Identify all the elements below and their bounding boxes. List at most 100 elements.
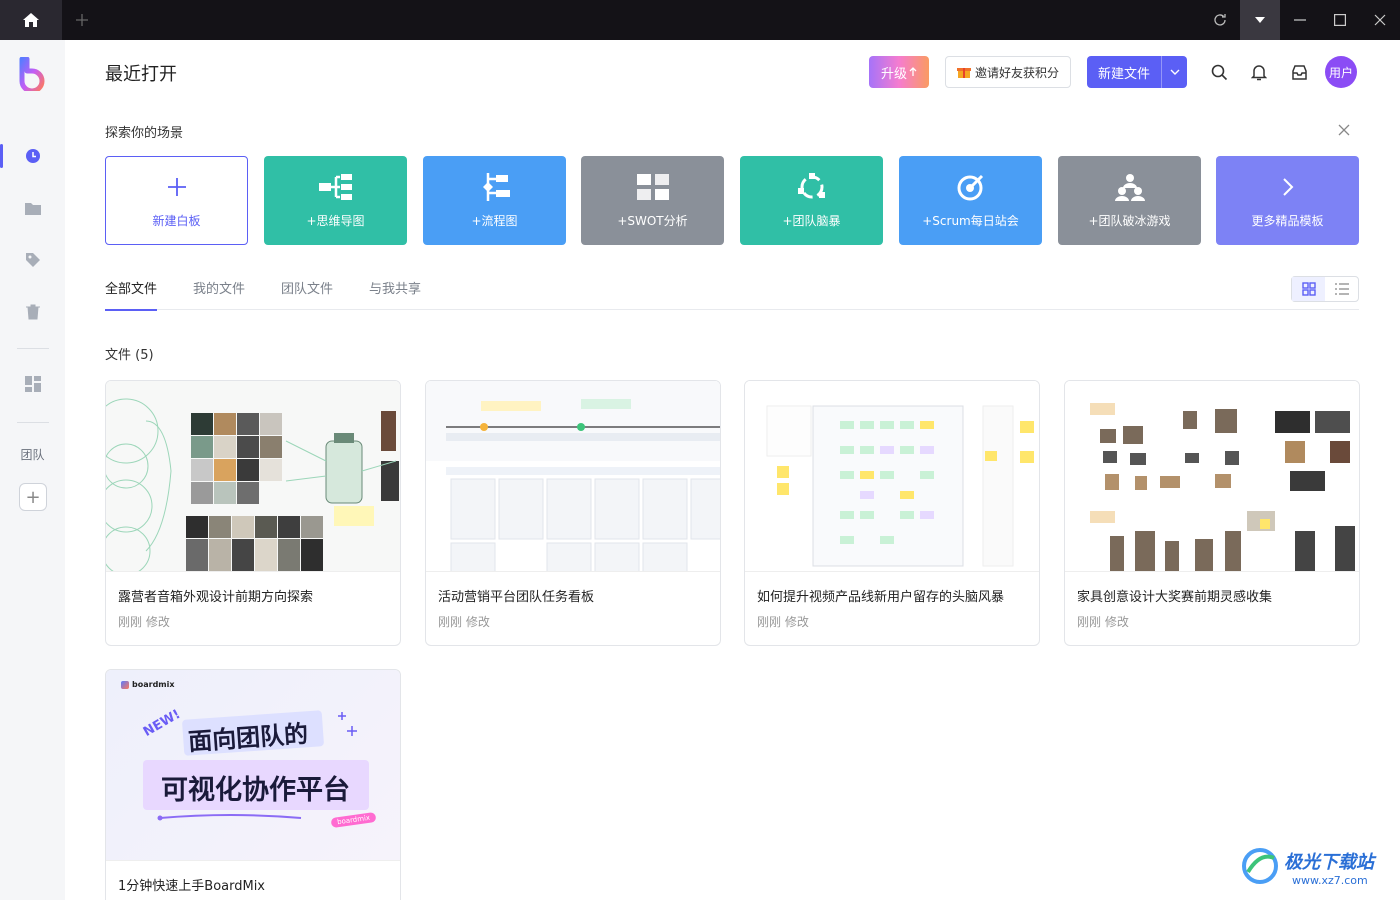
file-thumbnail <box>426 381 720 572</box>
template-icebreaker[interactable]: +团队破冰游戏 <box>1058 156 1201 245</box>
plus-icon <box>76 14 88 26</box>
template-label: +思维导图 <box>306 214 365 228</box>
watermark-text: 极光下载站 <box>1284 852 1374 873</box>
new-file-label: 新建文件 <box>1097 66 1150 82</box>
file-modified: 刚刚 修改 <box>438 615 490 629</box>
template-mindmap[interactable]: +思维导图 <box>264 156 407 245</box>
arrow-up-icon <box>909 67 917 76</box>
grid-icon <box>1301 282 1316 296</box>
list-view-button[interactable] <box>1325 277 1358 301</box>
inbox-icon <box>1291 64 1307 80</box>
sidebar: 团队 + <box>0 40 65 900</box>
menu-dropdown-button[interactable] <box>1240 0 1280 40</box>
upgrade-button[interactable]: 升级 <box>869 56 929 88</box>
new-file-dropdown[interactable] <box>1161 56 1187 88</box>
file-card[interactable]: 活动营销平台团队任务看板 刚刚 修改 <box>425 380 721 646</box>
template-label: +团队破冰游戏 <box>1088 214 1171 228</box>
grid-view-button[interactable] <box>1292 277 1325 301</box>
inbox-button[interactable] <box>1287 60 1311 84</box>
template-more[interactable]: 更多精品模板 <box>1216 156 1359 245</box>
template-swot[interactable]: +SWOT分析 <box>581 156 724 245</box>
tag-icon <box>25 253 40 267</box>
template-blank-whiteboard[interactable]: 新建白板 <box>105 156 248 245</box>
close-button[interactable] <box>1360 0 1400 40</box>
refresh-button[interactable] <box>1200 0 1240 40</box>
search-icon <box>1211 64 1227 80</box>
close-icon <box>1338 124 1350 136</box>
add-team-button[interactable]: + <box>19 483 47 511</box>
tab-shared[interactable]: 与我共享 <box>369 278 421 310</box>
template-label: +流程图 <box>471 214 518 228</box>
promo-underline <box>157 814 302 821</box>
sparkle-icon <box>338 712 357 736</box>
new-tab-button[interactable] <box>62 0 102 40</box>
watermark: 极光下载站 www.xz7.com <box>1240 840 1390 895</box>
mindmap-icon <box>318 174 352 200</box>
flowchart-icon <box>482 173 510 201</box>
invite-friends-button[interactable]: 邀请好友获积分 <box>945 56 1071 88</box>
dashboard-icon <box>24 376 41 392</box>
file-thumbnail <box>1065 381 1359 572</box>
trash-icon <box>25 304 40 320</box>
list-icon <box>1334 283 1349 295</box>
file-card[interactable]: 家具创意设计大奖赛前期灵感收集 刚刚 修改 <box>1064 380 1360 646</box>
home-tab[interactable] <box>0 0 62 40</box>
promo-tag: boardmix <box>330 811 377 829</box>
sidebar-item-recent[interactable] <box>0 141 65 171</box>
template-label: 新建白板 <box>152 214 201 228</box>
file-modified: 刚刚 修改 <box>118 615 170 629</box>
sidebar-item-tags[interactable] <box>0 245 65 275</box>
file-thumbnail <box>745 381 1039 572</box>
sidebar-item-folder[interactable] <box>0 193 65 223</box>
tab-team-files[interactable]: 团队文件 <box>281 278 333 310</box>
new-file-button[interactable]: 新建文件 <box>1087 56 1187 88</box>
template-flowchart[interactable]: +流程图 <box>423 156 566 245</box>
refresh-icon <box>1214 14 1226 26</box>
tab-all-files[interactable]: 全部文件 <box>105 278 158 311</box>
file-card[interactable]: 如何提升视频产品线新用户留存的头脑风暴 刚刚 修改 <box>744 380 1040 646</box>
view-toggle <box>1291 276 1359 302</box>
promo-brand: boardmix <box>121 680 175 689</box>
file-card[interactable]: 露营者音箱外观设计前期方向探索 刚刚 修改 <box>105 380 401 646</box>
sidebar-divider <box>17 348 49 349</box>
template-brainstorm[interactable]: +团队脑暴 <box>740 156 883 245</box>
promo-line1: 面向团队的 <box>187 719 310 757</box>
maximize-button[interactable] <box>1320 0 1360 40</box>
notification-button[interactable] <box>1247 60 1271 84</box>
sidebar-item-trash[interactable] <box>0 297 65 327</box>
close-icon <box>1374 14 1386 26</box>
clock-icon <box>25 149 40 163</box>
template-label: 更多精品模板 <box>1251 214 1324 228</box>
folder-icon <box>24 202 41 215</box>
dropdown-icon <box>1255 17 1265 23</box>
file-name: 如何提升视频产品线新用户留存的头脑风暴 <box>757 590 1005 605</box>
team-icon <box>1114 174 1145 201</box>
promo-brand-label: boardmix <box>132 680 175 689</box>
brainstorm-icon <box>797 173 825 199</box>
template-label: +Scrum每日站会 <box>922 214 1019 228</box>
file-modified: 刚刚 修改 <box>757 615 809 629</box>
chevron-down-icon <box>1170 69 1179 75</box>
plus-icon <box>167 178 186 196</box>
maximize-icon <box>1334 14 1346 26</box>
file-thumbnail: boardmix NEW! 面向团队的 可视化协作平台 boardmix <box>106 670 400 861</box>
sidebar-item-templates[interactable] <box>0 369 65 399</box>
boardmix-logo-mark <box>121 680 129 689</box>
file-modified: 刚刚 修改 <box>1077 615 1129 629</box>
file-name: 露营者音箱外观设计前期方向探索 <box>118 590 314 605</box>
watermark-logo <box>1242 848 1278 884</box>
title-bar <box>0 0 1400 40</box>
file-card[interactable]: boardmix NEW! 面向团队的 可视化协作平台 boardmix 1分钟… <box>105 669 401 900</box>
template-scrum[interactable]: +Scrum每日站会 <box>899 156 1042 245</box>
explore-close-button[interactable] <box>1338 121 1350 140</box>
minimize-button[interactable] <box>1280 0 1320 40</box>
home-icon <box>23 13 39 27</box>
bell-icon <box>1251 64 1267 80</box>
file-tabs: 全部文件 我的文件 团队文件 与我共享 <box>105 278 1359 311</box>
minimize-icon <box>1294 19 1306 21</box>
search-button[interactable] <box>1207 60 1231 84</box>
avatar[interactable]: 用户 <box>1325 56 1357 88</box>
tab-my-files[interactable]: 我的文件 <box>193 278 245 310</box>
chevron-right-icon <box>1282 178 1293 196</box>
invite-label: 邀请好友获积分 <box>974 65 1059 80</box>
